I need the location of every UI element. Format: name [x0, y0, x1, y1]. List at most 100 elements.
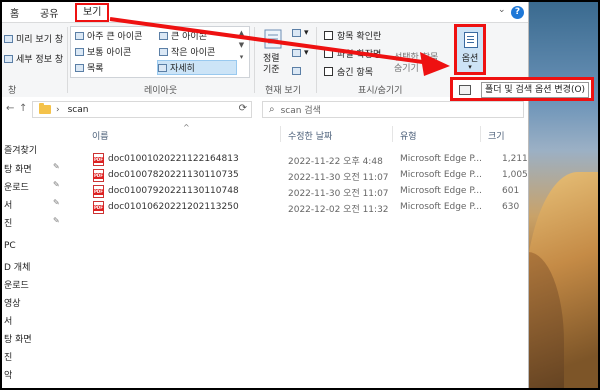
- options-button[interactable]: 옵션 ▾: [454, 24, 486, 75]
- sidebar-item-3d-objects[interactable]: D 개체: [4, 260, 30, 273]
- pdf-file-icon: [93, 153, 104, 166]
- pin-icon: ✎: [53, 180, 60, 189]
- details-pane-button[interactable]: 세부 정보 창: [4, 52, 63, 65]
- layout-small-icons[interactable]: 작은 아이콘: [159, 45, 215, 58]
- ribbon-tabs: 홈 공유 보기 ⌄ ?: [2, 2, 528, 22]
- column-header-date[interactable]: 수정한 날짜: [288, 129, 332, 142]
- sidebar-item-pictures[interactable]: 진: [4, 216, 12, 229]
- file-size: 1,005: [502, 170, 528, 180]
- layout-item-label: 자세히: [170, 64, 195, 74]
- column-header-size[interactable]: 크기: [488, 129, 505, 142]
- layout-gallery-scroll[interactable]: ▲ ▼ ▾: [237, 27, 246, 75]
- sidebar-item-desktop[interactable]: 탕 화면: [4, 162, 32, 175]
- sort-by-icon: [264, 29, 282, 49]
- file-extensions-toggle[interactable]: 파일 확장명: [324, 47, 381, 60]
- checkbox[interactable]: [324, 67, 333, 76]
- file-size: 1,211: [502, 154, 528, 164]
- pin-icon: ✎: [53, 198, 60, 207]
- file-type: Microsoft Edge P...: [400, 170, 482, 180]
- ribbon-collapse-icon[interactable]: ⌄: [498, 5, 506, 15]
- sidebar-item-this-pc[interactable]: PC: [4, 241, 16, 251]
- help-icon[interactable]: ?: [511, 6, 524, 19]
- size-columns-icon: [292, 67, 301, 75]
- table-row[interactable]: doc01001020221122164813 2022-11-22 오후 4:…: [68, 152, 528, 168]
- hidden-items-label: 숨긴 항목: [337, 68, 373, 78]
- address-bar[interactable]: › scan ⟳: [32, 101, 252, 118]
- table-row[interactable]: doc01007920221130110748 2022-11-30 오전 11…: [68, 184, 528, 200]
- ribbon-separator: [67, 27, 68, 93]
- small-icons-icon: [159, 47, 168, 56]
- file-date: 2022-11-22 오후 4:48: [288, 157, 383, 167]
- file-type: Microsoft Edge P...: [400, 154, 482, 164]
- layout-item-label: 목록: [87, 64, 104, 74]
- add-columns-button[interactable]: ▾: [292, 48, 309, 58]
- file-date: 2022-11-30 오전 11:07: [288, 173, 389, 183]
- sidebar-item-pc-desktop[interactable]: 탕 화면: [4, 332, 32, 345]
- screenshot-frame: 홈 공유 보기 ⌄ ? 미리 보기 창 세부 정보 창 창 아주 큰 아이콘 큰…: [0, 0, 600, 390]
- change-folder-search-options-item[interactable]: 폴더 및 검색 옵션 변경(O): [481, 82, 590, 98]
- details-pane-icon: [4, 54, 13, 63]
- column-separator[interactable]: [280, 126, 281, 142]
- sidebar-item-quick-access[interactable]: 즐겨찾기: [4, 143, 37, 156]
- preview-pane-label: 미리 보기 창: [16, 35, 64, 45]
- breadcrumb-current[interactable]: scan: [68, 105, 89, 115]
- show-hide-group-label: 표시/숨기기: [358, 86, 403, 96]
- sidebar-item-music[interactable]: 악: [4, 368, 12, 381]
- sidebar-item-pc-pictures[interactable]: 진: [4, 350, 12, 363]
- layout-medium-icons[interactable]: 보통 아이콘: [75, 45, 131, 58]
- layout-item-label: 아주 큰 아이콘: [87, 32, 143, 42]
- preview-pane-button[interactable]: 미리 보기 창: [4, 32, 63, 45]
- back-arrow-icon[interactable]: ←: [6, 103, 14, 114]
- search-icon: ⌕: [269, 104, 275, 115]
- group-by-button[interactable]: ▾: [292, 28, 309, 38]
- layout-large-icons[interactable]: 큰 아이콘: [159, 29, 207, 42]
- ribbon-separator: [316, 27, 317, 93]
- tab-home[interactable]: 홈: [10, 5, 19, 20]
- pdf-file-icon: [93, 169, 104, 182]
- file-name: doc01007820221130110735: [108, 170, 239, 180]
- sidebar-item-pc-documents[interactable]: 서: [4, 314, 12, 327]
- details-pane-label: 세부 정보 창: [16, 55, 64, 65]
- hidden-items-toggle[interactable]: 숨긴 항목: [324, 65, 373, 78]
- checkbox[interactable]: [324, 31, 333, 40]
- file-explorer-window: 홈 공유 보기 ⌄ ? 미리 보기 창 세부 정보 창 창 아주 큰 아이콘 큰…: [2, 2, 529, 388]
- sort-ascending-icon: ^: [183, 123, 190, 132]
- large-icons-icon: [159, 31, 168, 40]
- layout-list[interactable]: 목록: [75, 61, 104, 74]
- sort-by-button[interactable]: 정렬 기준: [263, 54, 280, 76]
- tab-share[interactable]: 공유: [40, 5, 58, 20]
- hide-selected-button[interactable]: 선택한 항목 숨기기: [394, 53, 438, 75]
- add-columns-icon: [292, 49, 301, 57]
- column-separator[interactable]: [392, 126, 393, 142]
- column-separator[interactable]: [480, 126, 481, 142]
- layout-extra-large-icons[interactable]: 아주 큰 아이콘: [75, 29, 142, 42]
- table-row[interactable]: doc01007820221130110735 2022-11-30 오전 11…: [68, 168, 528, 184]
- table-row[interactable]: doc01010620221202113250 2022-12-02 오전 11…: [68, 200, 528, 216]
- up-arrow-icon[interactable]: ↑: [19, 103, 27, 114]
- refresh-icon[interactable]: ⟳: [239, 103, 247, 114]
- chevron-down-icon: ▾: [468, 63, 472, 71]
- checkbox[interactable]: [324, 49, 333, 58]
- file-extensions-label: 파일 확장명: [337, 50, 382, 60]
- sidebar-item-videos[interactable]: 영상: [4, 296, 21, 309]
- pin-icon: ✎: [53, 162, 60, 171]
- sidebar-item-documents[interactable]: 서: [4, 198, 12, 211]
- file-date: 2022-12-02 오전 11:32: [288, 205, 389, 215]
- item-checkboxes-toggle[interactable]: 항목 확인란: [324, 29, 381, 42]
- sidebar-item-pc-downloads[interactable]: 운로드: [4, 278, 29, 291]
- pin-icon: ✎: [53, 216, 60, 225]
- layout-item-label: 보통 아이콘: [87, 48, 132, 58]
- tab-view[interactable]: 보기: [75, 3, 110, 22]
- column-header-name[interactable]: 이름: [92, 129, 109, 142]
- folder-icon: [39, 103, 51, 114]
- column-header-type[interactable]: 유형: [400, 129, 417, 142]
- size-columns-button[interactable]: [292, 67, 304, 75]
- file-name: doc01007920221130110748: [108, 186, 239, 196]
- medium-icons-icon: [75, 47, 84, 56]
- breadcrumb-chevron-icon[interactable]: ›: [56, 105, 60, 115]
- file-size: 601: [502, 186, 520, 196]
- search-input[interactable]: ⌕ scan 검색: [262, 101, 524, 118]
- file-list: ^ 이름 수정한 날짜 유형 크기 doc0100102022112216481…: [68, 123, 528, 388]
- layout-details[interactable]: 자세히: [157, 60, 237, 75]
- sidebar-item-downloads[interactable]: 운로드: [4, 180, 29, 193]
